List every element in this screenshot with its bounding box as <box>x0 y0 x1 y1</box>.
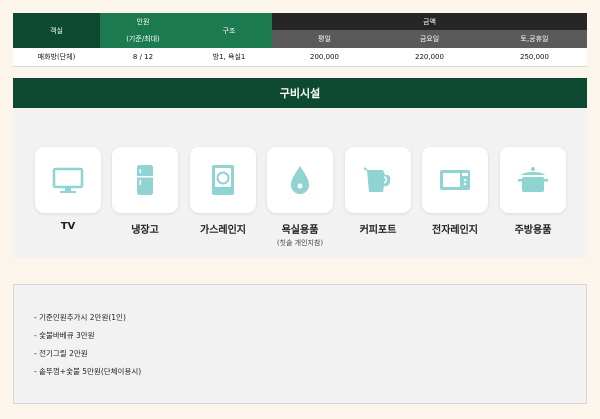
extras-list: - 기준인원추가시 2만원(1인) - 숯불바베큐 3만원 - 전기그릴 2만원… <box>13 284 587 404</box>
header-room: 객실 <box>13 13 100 48</box>
header-friday: 금요일 <box>377 30 482 48</box>
amenity-bath: 욕실용품 (칫솔 개인지참) <box>267 147 333 248</box>
amenity-sublabel: (칫솔 개인지참) <box>276 239 324 247</box>
header-capacity: 인원 <box>100 13 186 30</box>
amenity-tv: TV <box>35 147 101 232</box>
amenity-card <box>112 147 178 213</box>
water-drop-icon <box>291 166 309 194</box>
amenity-kettle: 커피포트 <box>345 147 411 236</box>
amenity-card <box>267 147 333 213</box>
amenity-label: 가스레인지 <box>200 225 246 236</box>
header-capacity-sub: (기준/최대) <box>100 30 186 48</box>
amenity-label: 전자레인지 <box>432 225 478 236</box>
amenity-card <box>190 147 256 213</box>
gas-stove-icon <box>212 165 234 195</box>
list-item: - 솥뚜껑+숯불 5만원(단체이용시) <box>34 367 142 376</box>
cell-friday-price: 220,000 <box>377 48 482 67</box>
header-weekend: 토,공휴일 <box>482 30 587 48</box>
amenity-card <box>345 147 411 213</box>
amenity-microwave: 전자레인지 <box>422 147 488 236</box>
amenity-label: 냉장고 <box>131 225 159 236</box>
cell-weekday-price: 200,000 <box>272 48 377 67</box>
price-table: 객실 인원 구조 금액 (기준/최대) 평일 금요일 토,공휴일 매화방(단체)… <box>13 13 587 67</box>
amenity-gas-stove: 가스레인지 <box>190 147 256 236</box>
tv-icon <box>52 167 84 193</box>
refrigerator-icon <box>137 165 153 195</box>
cell-room: 매화방(단체) <box>13 48 100 67</box>
header-weekday: 평일 <box>272 30 377 48</box>
cell-capacity: 8 / 12 <box>100 48 186 67</box>
amenity-card <box>500 147 566 213</box>
pot-icon <box>518 167 548 192</box>
kettle-icon <box>363 167 391 192</box>
amenity-label: 주방용품 <box>514 225 552 236</box>
list-item: - 숯불바베큐 3만원 <box>34 331 95 340</box>
amenity-kitchenware: 주방용품 <box>500 147 566 236</box>
list-item: - 전기그릴 2만원 <box>34 349 88 358</box>
amenity-refrigerator: 냉장고 <box>112 147 178 236</box>
facilities-panel: TV 냉장고 가스레인지 욕실용품 (칫솔 개인지참) 커피포트 전자레인지 주… <box>13 108 587 258</box>
cell-weekend-price: 250,000 <box>482 48 587 67</box>
table-row: 매화방(단체) 8 / 12 방1, 욕실1 200,000 220,000 2… <box>13 48 587 67</box>
amenity-label: 커피포트 <box>359 225 397 236</box>
list-item: - 기준인원추가시 2만원(1인) <box>34 313 126 322</box>
amenity-label: TV <box>60 221 76 232</box>
header-structure: 구조 <box>186 13 272 48</box>
amenity-label: 욕실용품 <box>281 225 319 236</box>
cell-structure: 방1, 욕실1 <box>186 48 272 67</box>
header-price: 금액 <box>272 13 587 30</box>
amenity-card <box>422 147 488 213</box>
amenity-card <box>35 147 101 213</box>
microwave-icon <box>440 170 470 190</box>
facilities-title: 구비시설 <box>13 78 587 108</box>
